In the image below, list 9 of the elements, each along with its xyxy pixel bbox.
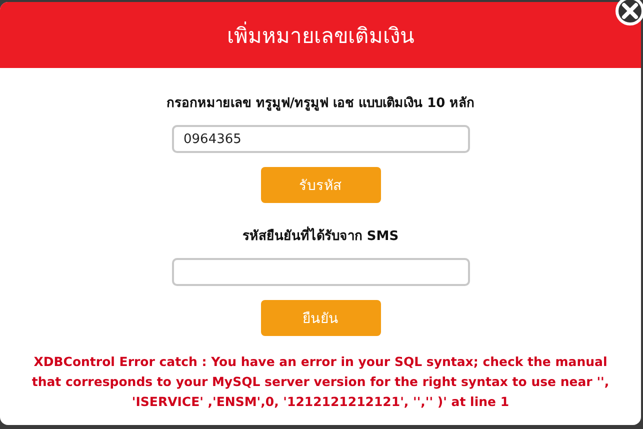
code-input-field[interactable]	[172, 258, 470, 286]
request-code-button[interactable]: รับรหัส	[260, 167, 380, 203]
code-label: รหัสยืนยันที่ได้รับจาก SMS	[242, 225, 399, 246]
phone-input-field[interactable]: 0964365	[172, 125, 470, 153]
close-icon[interactable]	[614, 0, 643, 27]
phone-label: กรอกหมายเลข ทรูมูฟ/ทรูมูฟ เอช แบบเติมเงิน 10 หลัก	[166, 95, 475, 113]
dialog-title: เพิ่มหมายเลขเติมเงิน	[227, 20, 414, 50]
error-message: XDBControl Error catch : You have an error in your SQL syntax; check the manual that corresponds to your MySQL server version for the right syntax to use near '', 'ISERVICE' ,'ENSM',0, '1212121212121', '','' )' at line 1	[30, 353, 610, 411]
confirm-button[interactable]: ยืนยัน	[260, 300, 380, 336]
